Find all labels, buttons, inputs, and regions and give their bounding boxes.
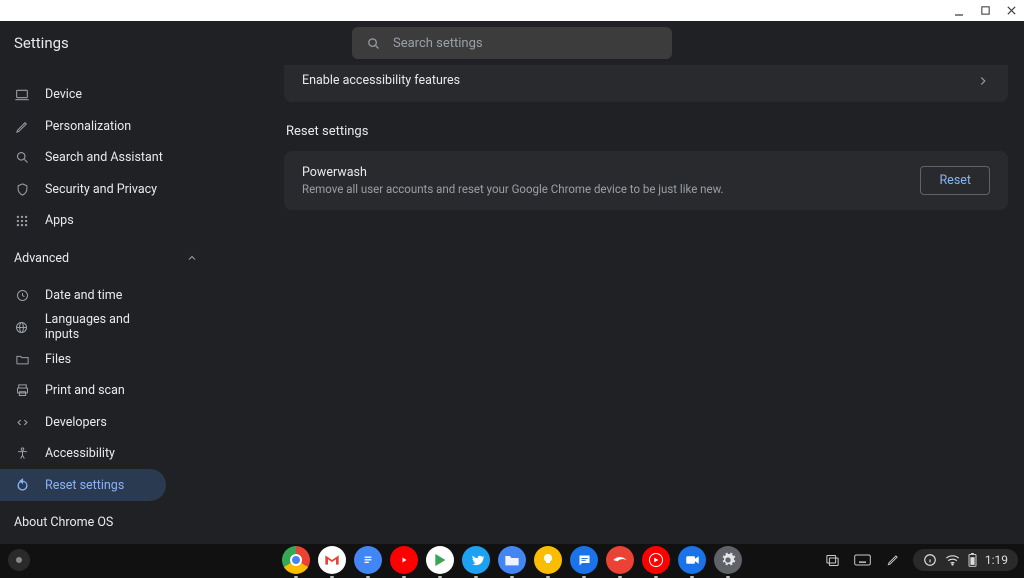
shelf-app-files[interactable]: [498, 546, 526, 574]
window-titlebar: [0, 0, 1024, 21]
sidebar-item-files[interactable]: Files: [0, 343, 166, 375]
sidebar-about[interactable]: About Chrome OS: [0, 501, 212, 544]
sidebar-item-label: Device: [45, 87, 82, 102]
sidebar-item-label: Security and Privacy: [45, 182, 157, 197]
sidebar-item-apps[interactable]: Apps: [0, 205, 166, 237]
sidebar-item-search-assistant[interactable]: Search and Assistant: [0, 142, 166, 174]
clock-icon: [14, 288, 30, 304]
shelf-app-settings[interactable]: [714, 546, 742, 574]
chevron-up-icon: [186, 252, 198, 264]
tray-stylus-icon[interactable]: [883, 550, 903, 570]
sidebar-advanced-toggle[interactable]: Advanced: [0, 243, 212, 275]
sidebar-item-label: Languages and inputs: [45, 312, 166, 342]
sidebar-item-reset-settings[interactable]: Reset settings: [0, 469, 166, 501]
tray-overview-icon[interactable]: [823, 550, 843, 570]
grid-icon: [14, 213, 30, 229]
sidebar-item-label: Developers: [45, 415, 107, 430]
sidebar: Device Personalization Search and Assist…: [0, 65, 212, 544]
tray-battery-icon: [968, 553, 977, 567]
search-box[interactable]: [352, 27, 672, 59]
shelf-app-messages[interactable]: [570, 546, 598, 574]
app-header: Settings: [0, 21, 1024, 65]
sidebar-item-personalization[interactable]: Personalization: [0, 111, 166, 143]
sidebar-item-print-scan[interactable]: Print and scan: [0, 375, 166, 407]
shelf-app-stadia[interactable]: [606, 546, 634, 574]
advanced-label: Advanced: [14, 251, 69, 266]
shelf-app-twitter[interactable]: [462, 546, 490, 574]
folder-icon: [14, 351, 30, 367]
shield-icon: [14, 181, 30, 197]
pencil-icon: [14, 118, 30, 134]
accessibility-card: Enable accessibility features: [284, 65, 1008, 102]
system-tray: 1:19: [823, 549, 1018, 571]
sidebar-item-label: Search and Assistant: [45, 150, 163, 165]
shelf: 1:19: [0, 544, 1024, 576]
accessibility-icon: [14, 446, 30, 462]
shelf-app-chrome[interactable]: [282, 546, 310, 574]
search-icon: [366, 36, 381, 51]
close-button[interactable]: [1004, 4, 1018, 18]
sidebar-item-label: Date and time: [45, 288, 122, 303]
sidebar-item-label: Apps: [45, 213, 74, 228]
sidebar-item-label: Accessibility: [45, 446, 115, 461]
shelf-app-docs[interactable]: [354, 546, 382, 574]
settings-app: Settings Device Personalization Search a…: [0, 21, 1024, 544]
reset-icon: [14, 477, 30, 493]
print-icon: [14, 383, 30, 399]
tray-wifi-icon: [945, 554, 960, 566]
shelf-app-gmail[interactable]: [318, 546, 346, 574]
powerwash-desc: Remove all user accounts and reset your …: [302, 182, 724, 196]
shelf-app-ytmusic[interactable]: [642, 546, 670, 574]
shelf-apps: [282, 546, 742, 574]
powerwash-card: Powerwash Remove all user accounts and r…: [284, 151, 1008, 210]
shelf-app-keep[interactable]: [534, 546, 562, 574]
status-pill[interactable]: 1:19: [913, 549, 1018, 571]
powerwash-text: Powerwash Remove all user accounts and r…: [302, 165, 724, 196]
tray-clock: 1:19: [985, 553, 1008, 567]
minimize-button[interactable]: [952, 4, 966, 18]
reset-section-title: Reset settings: [286, 124, 1008, 139]
sidebar-item-label: Files: [45, 352, 71, 367]
sidebar-item-label: Print and scan: [45, 383, 125, 398]
sidebar-item-label: Personalization: [45, 119, 131, 134]
accessibility-row[interactable]: Enable accessibility features: [284, 65, 1008, 102]
laptop-icon: [14, 87, 30, 103]
shelf-app-youtube[interactable]: [390, 546, 418, 574]
tray-keyboard-icon[interactable]: [853, 550, 873, 570]
page-title: Settings: [14, 34, 69, 52]
magnify-icon: [14, 150, 30, 166]
tray-info-icon: [923, 553, 937, 567]
sidebar-item-device[interactable]: Device: [0, 79, 166, 111]
powerwash-title: Powerwash: [302, 165, 724, 180]
sidebar-item-languages[interactable]: Languages and inputs: [0, 312, 166, 344]
main-panel: Enable accessibility features Reset sett…: [212, 65, 1024, 544]
sidebar-item-developers[interactable]: Developers: [0, 406, 166, 438]
sidebar-item-security-privacy[interactable]: Security and Privacy: [0, 174, 166, 206]
sidebar-item-label: Reset settings: [45, 478, 124, 493]
accessibility-row-label: Enable accessibility features: [302, 73, 460, 88]
chevron-right-icon: [976, 74, 990, 88]
sidebar-item-accessibility[interactable]: Accessibility: [0, 438, 166, 470]
launcher-button[interactable]: [8, 549, 30, 571]
maximize-button[interactable]: [978, 4, 992, 18]
search-input[interactable]: [393, 36, 658, 51]
shelf-app-play[interactable]: [426, 546, 454, 574]
reset-button[interactable]: Reset: [920, 166, 990, 195]
code-icon: [14, 414, 30, 430]
globe-icon: [14, 319, 30, 335]
sidebar-item-date-time[interactable]: Date and time: [0, 280, 166, 312]
shelf-app-duo[interactable]: [678, 546, 706, 574]
